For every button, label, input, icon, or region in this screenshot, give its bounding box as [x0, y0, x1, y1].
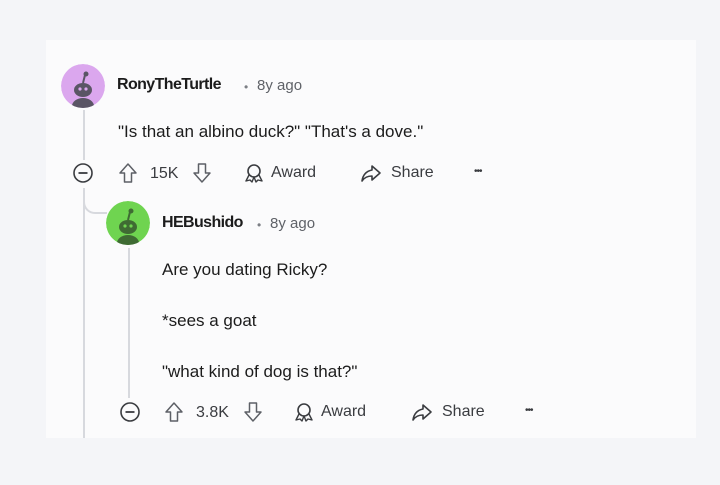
more-icon: •••: [474, 166, 482, 177]
timestamp[interactable]: 8y ago: [257, 77, 302, 94]
comment-text-line: Are you dating Ricky?: [162, 260, 328, 279]
comment-panel: [46, 40, 696, 438]
comment-actions: 3.8K Award Share •••: [117, 397, 547, 427]
thread-line-1[interactable]: [83, 110, 85, 160]
comment-text-line: "what kind of dog is that?": [162, 362, 358, 381]
vote-count: 15K: [150, 165, 179, 182]
downvote-button[interactable]: [192, 162, 212, 184]
upvote-button[interactable]: [164, 401, 184, 423]
award-button[interactable]: Award: [294, 402, 366, 422]
avatar[interactable]: [106, 201, 150, 245]
share-label: Share: [391, 164, 434, 181]
username[interactable]: HEBushido: [162, 214, 243, 232]
timestamp[interactable]: 8y ago: [270, 215, 315, 232]
collapse-icon: [119, 401, 141, 423]
award-icon: [244, 163, 264, 183]
comment-actions: 15K Award Share •••: [70, 158, 500, 188]
more-options-button[interactable]: •••: [525, 405, 533, 416]
downvote-button[interactable]: [243, 401, 263, 423]
share-icon: [360, 163, 382, 183]
award-label: Award: [271, 164, 317, 181]
collapse-button[interactable]: [72, 162, 94, 184]
thread-line-1b[interactable]: [83, 188, 85, 438]
share-icon: [411, 402, 433, 422]
username[interactable]: RonyTheTurtle: [117, 76, 222, 94]
comment-text-line: *sees a goat: [162, 311, 257, 330]
reply-branch: [83, 188, 107, 214]
upvote-icon: [164, 401, 184, 423]
share-label: Share: [442, 403, 485, 420]
share-button[interactable]: Share: [411, 402, 485, 422]
separator-dot: •: [257, 218, 262, 232]
separator-dot: •: [244, 80, 249, 94]
thread-line-2[interactable]: [128, 248, 130, 398]
vote-count: 3.8K: [196, 404, 229, 421]
more-options-button[interactable]: •••: [474, 166, 482, 177]
upvote-button[interactable]: [118, 162, 138, 184]
award-icon: [294, 402, 314, 422]
collapse-button[interactable]: [119, 401, 141, 423]
downvote-icon: [243, 401, 263, 423]
award-label: Award: [321, 403, 367, 420]
share-button[interactable]: Share: [360, 163, 434, 183]
avatar[interactable]: [61, 64, 105, 108]
award-button[interactable]: Award: [244, 163, 316, 183]
downvote-icon: [192, 162, 212, 184]
comment-text: "Is that an albino duck?" "That's a dove…: [118, 122, 424, 141]
more-icon: •••: [525, 405, 533, 416]
upvote-icon: [118, 162, 138, 184]
collapse-icon: [72, 162, 94, 184]
